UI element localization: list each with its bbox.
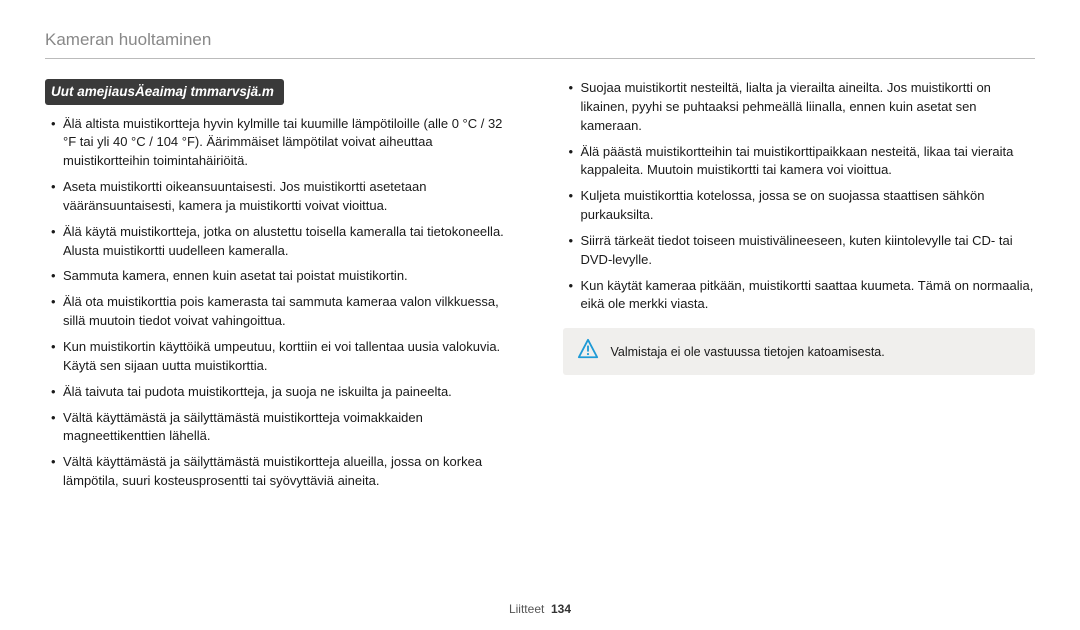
page-number: 134 <box>551 602 571 616</box>
list-item: Aseta muistikortti oikeansuuntaisesti. J… <box>49 178 518 216</box>
warning-note: Valmistaja ei ole vastuussa tietojen kat… <box>563 328 1036 375</box>
warning-icon <box>577 338 599 365</box>
list-item: Älä päästä muistikortteihin tai muistiko… <box>567 143 1036 181</box>
right-bullet-list: Suojaa muistikortit nesteiltä, lialta ja… <box>563 79 1036 314</box>
footer-section: Liitteet <box>509 602 544 616</box>
section-heading: Uut amejiausÄeaimaj tmmarvsjä.m <box>45 79 284 105</box>
right-column: Suojaa muistikortit nesteiltä, lialta ja… <box>563 79 1036 498</box>
list-item: Sammuta kamera, ennen kuin asetat tai po… <box>49 267 518 286</box>
list-item: Kuljeta muistikorttia kotelossa, jossa s… <box>567 187 1036 225</box>
list-item: Älä taivuta tai pudota muistikortteja, j… <box>49 383 518 402</box>
list-item: Älä altista muistikortteja hyvin kylmill… <box>49 115 518 172</box>
left-column: Uut amejiausÄeaimaj tmmarvsjä.m Älä alti… <box>45 79 518 498</box>
list-item: Siirrä tärkeät tiedot toiseen muistiväli… <box>567 232 1036 270</box>
document-page: Kameran huoltaminen Uut amejiausÄeaimaj … <box>0 0 1080 630</box>
list-item: Kun käytät kameraa pitkään, muistikortti… <box>567 277 1036 315</box>
content-columns: Uut amejiausÄeaimaj tmmarvsjä.m Älä alti… <box>45 79 1035 498</box>
page-title: Kameran huoltaminen <box>45 30 1035 59</box>
warning-text: Valmistaja ei ole vastuussa tietojen kat… <box>611 343 885 361</box>
list-item: Älä ota muistikorttia pois kamerasta tai… <box>49 293 518 331</box>
list-item: Vältä käyttämästä ja säilyttämästä muist… <box>49 453 518 491</box>
left-bullet-list: Älä altista muistikortteja hyvin kylmill… <box>45 115 518 491</box>
list-item: Kun muistikortin käyttöikä umpeutuu, kor… <box>49 338 518 376</box>
list-item: Suojaa muistikortit nesteiltä, lialta ja… <box>567 79 1036 136</box>
list-item: Vältä käyttämästä ja säilyttämästä muist… <box>49 409 518 447</box>
page-footer: Liitteet 134 <box>0 602 1080 616</box>
list-item: Älä käytä muistikortteja, jotka on alust… <box>49 223 518 261</box>
